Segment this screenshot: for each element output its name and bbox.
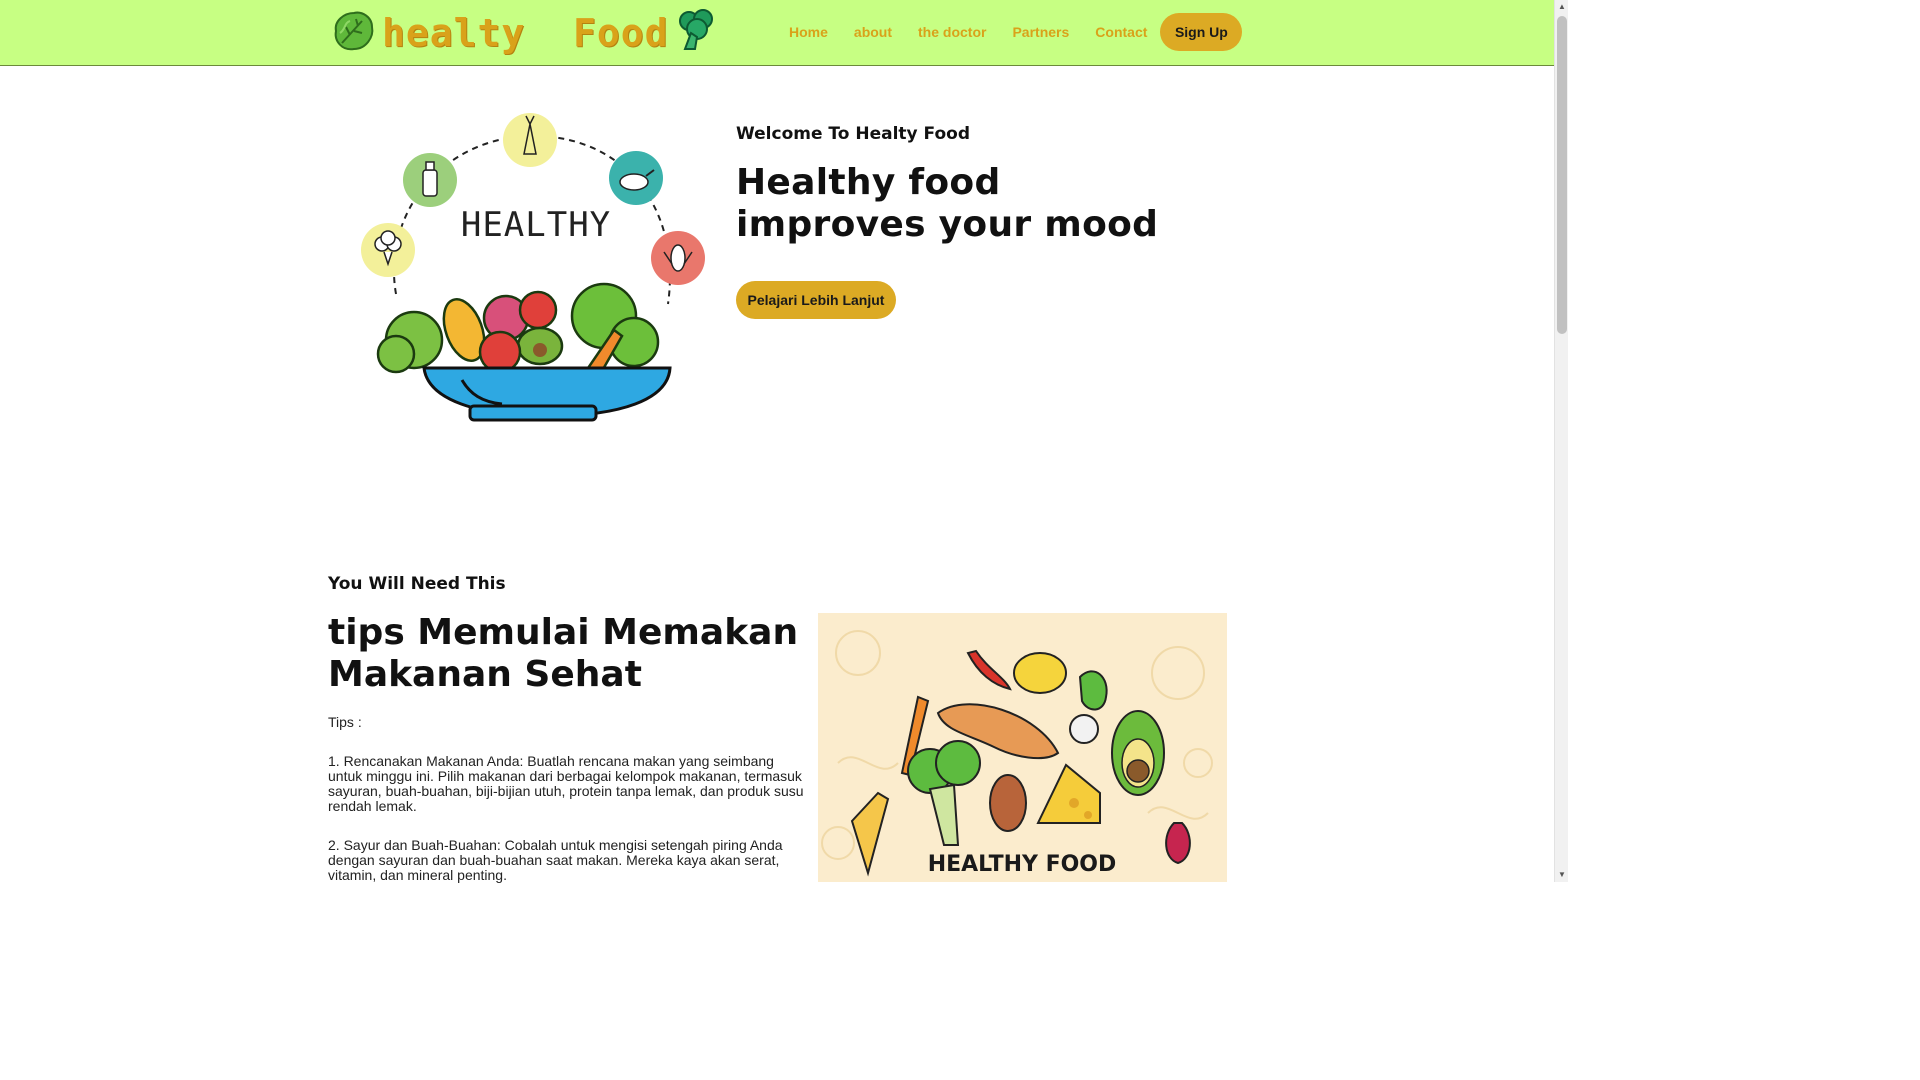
- tip-item: 1. Rencanakan Makanan Anda: Buatlah renc…: [328, 753, 804, 814]
- sign-up-button[interactable]: Sign Up: [1160, 13, 1243, 51]
- nav-link-the-doctor[interactable]: the doctor: [918, 24, 986, 40]
- scroll-down-arrow-icon[interactable]: ▼: [1558, 870, 1566, 880]
- tips-label: Tips :: [328, 714, 362, 730]
- nav-menu: Home about the doctor Partners Contact S…: [776, 13, 1243, 51]
- healthy-bowl-illustration: HEALTHY: [361, 113, 705, 422]
- brand-logo[interactable]: healty Food: [332, 6, 717, 60]
- broccoli-icon: [677, 8, 717, 58]
- hero-welcome: Welcome To Healty Food: [736, 124, 970, 144]
- hero-content: Welcome To Healty Food Healthy food impr…: [736, 124, 1196, 319]
- hero-title: Healthy food improves your mood: [736, 162, 1159, 245]
- nav-link-about[interactable]: about: [854, 24, 892, 40]
- tips-eyebrow: You Will Need This: [328, 574, 506, 594]
- nav-link-home[interactable]: Home: [789, 24, 828, 40]
- nav-link-partners[interactable]: Partners: [1012, 24, 1069, 40]
- tip-item: 2. Sayur dan Buah-Buahan: Cobalah untuk …: [328, 837, 783, 883]
- scroll-up-arrow-icon[interactable]: ▲: [1558, 2, 1566, 12]
- illustration-label: HEALTHY: [461, 205, 611, 245]
- chicken-icon: [609, 151, 663, 205]
- carrot-icon: [503, 113, 557, 167]
- milk-bottle-icon: [403, 153, 457, 207]
- page-scrollbar[interactable]: ▲ ▼: [1554, 0, 1568, 882]
- brand-name: healty Food: [382, 11, 669, 55]
- lettuce-icon: [332, 9, 376, 58]
- corn-icon: [651, 231, 705, 285]
- healthy-food-image: HEALTHY FOOD: [818, 613, 1227, 882]
- healthy-food-image-caption: HEALTHY FOOD: [928, 852, 1117, 877]
- cauliflower-icon: [361, 223, 415, 277]
- learn-more-button[interactable]: Pelajari Lebih Lanjut: [736, 281, 896, 319]
- nav-link-contact[interactable]: Contact: [1095, 24, 1147, 40]
- navbar: healty Food Home about the doctor Partne…: [0, 0, 1554, 66]
- tips-title: tips Memulai Memakan Makanan Sehat: [328, 612, 799, 695]
- tips-section: You Will Need This tips Memulai Memakan …: [328, 574, 812, 883]
- scrollbar-thumb[interactable]: [1557, 16, 1567, 334]
- hero-illustration: HEALTHY: [352, 104, 714, 434]
